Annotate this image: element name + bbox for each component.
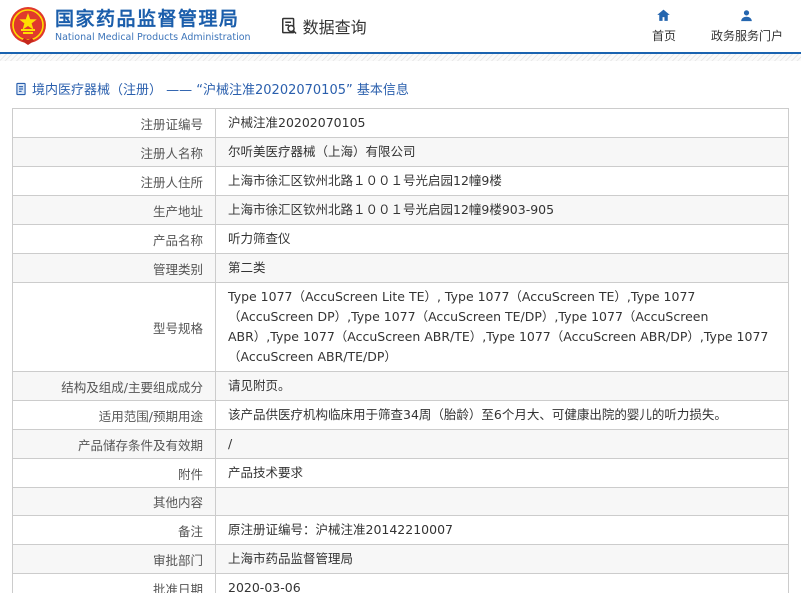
table-row: 适用范围/预期用途 该产品供医疗机构临床用于筛查34周（胎龄）至6个月大、可健康… — [12, 400, 789, 430]
breadcrumb-text: 境内医疗器械（注册） —— “沪械注准20202070105” 基本信息 — [32, 83, 409, 98]
row-value: / — [215, 429, 789, 459]
row-label: 产品储存条件及有效期 — [12, 429, 216, 459]
table-row: 管理类别 第二类 — [12, 253, 789, 283]
row-label-text: 注册人名称 — [140, 145, 203, 161]
document-icon — [14, 82, 28, 96]
table-row: 结构及组成/主要组成成分 请见附页。 — [12, 371, 789, 401]
table-row: 生产地址 上海市徐汇区钦州北路１００１号光启园12幢9楼903-905 — [12, 195, 789, 225]
row-label-text: 型号规格 — [152, 320, 203, 336]
row-label-text: 审批部门 — [152, 552, 203, 568]
row-value: 上海市徐汇区钦州北路１００１号光启园12幢9楼903-905 — [215, 195, 789, 225]
site-title: 国家药品监督管理局 — [55, 8, 240, 31]
row-label: 管理类别 — [12, 253, 216, 283]
row-label-text: 附件 — [177, 466, 203, 482]
row-value: 产品技术要求 — [215, 458, 789, 488]
row-label-text: 产品储存条件及有效期 — [77, 437, 203, 453]
main-content: 境内医疗器械（注册） —— “沪械注准20202070105” 基本信息 注册证… — [0, 61, 801, 593]
row-label: 产品名称 — [12, 224, 216, 254]
user-icon — [739, 8, 754, 23]
row-value — [215, 487, 789, 516]
row-value: 尔听美医疗器械（上海）有限公司 — [215, 137, 789, 167]
table-row: 注册人名称 尔听美医疗器械（上海）有限公司 — [12, 137, 789, 167]
row-label-text: 注册人住所 — [140, 174, 203, 190]
row-label: 注册人住所 — [12, 166, 216, 196]
site-subtitle: National Medical Products Administration — [55, 31, 251, 43]
table-row: 产品名称 听力筛查仪 — [12, 224, 789, 254]
row-label-text: 备注 — [177, 523, 203, 539]
row-value: 原注册证编号：沪械注准20142210007 — [215, 515, 789, 545]
row-value: 2020-03-06 — [215, 573, 789, 593]
row-label: 附件 — [12, 458, 216, 488]
row-label-text: 其他内容 — [152, 495, 203, 510]
row-label-text: 批准日期 — [152, 581, 203, 593]
doc-search-icon — [279, 16, 299, 36]
table-row: 附件 产品技术要求 — [12, 458, 789, 488]
row-value: 上海市徐汇区钦州北路１００１号光启园12幢9楼 — [215, 166, 789, 196]
row-label: 结构及组成/主要组成成分 — [12, 371, 216, 401]
site-header: 国家药品监督管理局 National Medical Products Admi… — [0, 0, 801, 54]
national-emblem-icon — [8, 5, 48, 47]
row-label-text: 管理类别 — [152, 261, 203, 277]
info-table: 注册证编号 沪械注准20202070105 注册人名称 尔听美医疗器械（上海）有… — [12, 108, 789, 593]
info-table-body: 注册证编号 沪械注准20202070105 注册人名称 尔听美医疗器械（上海）有… — [12, 108, 789, 593]
table-row: 批准日期 2020-03-06 — [12, 573, 789, 593]
data-query-nav[interactable]: 数据查询 — [279, 14, 367, 38]
row-label: 注册证编号 — [12, 108, 216, 138]
logo[interactable]: 国家药品监督管理局 National Medical Products Admi… — [8, 5, 251, 47]
row-label: 注册人名称 — [12, 137, 216, 167]
row-value: 上海市药品监督管理局 — [215, 544, 789, 574]
row-label-text: 注册证编号 — [140, 116, 203, 132]
row-label: 生产地址 — [12, 195, 216, 225]
home-icon — [656, 8, 671, 23]
row-label: 适用范围/预期用途 — [12, 400, 216, 430]
row-label: 审批部门 — [12, 544, 216, 574]
table-row: 注册证编号 沪械注准20202070105 — [12, 108, 789, 138]
row-value: 听力筛查仪 — [215, 224, 789, 254]
row-label: 其他内容 — [12, 487, 216, 516]
logo-text: 国家药品监督管理局 National Medical Products Admi… — [55, 8, 251, 43]
row-label-text: 适用范围/预期用途 — [98, 408, 203, 424]
row-value: 第二类 — [215, 253, 789, 283]
table-row: 型号规格 Type 1077（AccuScreen Lite TE）, Type… — [12, 282, 789, 372]
table-row: 其他内容 — [12, 487, 789, 516]
nav-home-label: 首页 — [651, 29, 676, 43]
row-label-text: 产品名称 — [152, 232, 203, 248]
row-value: Type 1077（AccuScreen Lite TE）, Type 1077… — [215, 282, 789, 372]
row-label: 型号规格 — [12, 282, 216, 372]
row-value: 沪械注准20202070105 — [215, 108, 789, 138]
data-query-label: 数据查询 — [302, 18, 367, 37]
header-nav-right: 首页 政务服务门户 — [647, 8, 783, 44]
row-value: 该产品供医疗机构临床用于筛查34周（胎龄）至6个月大、可健康出院的婴儿的听力损失… — [215, 400, 789, 430]
row-value: 请见附页。 — [215, 371, 789, 401]
row-label-text: 结构及组成/主要组成成分 — [61, 379, 203, 395]
table-row: 备注 原注册证编号：沪械注准20142210007 — [12, 515, 789, 545]
row-label: 备注 — [12, 515, 216, 545]
table-row: 产品储存条件及有效期 / — [12, 429, 789, 459]
table-row: 审批部门 上海市药品监督管理局 — [12, 544, 789, 574]
row-label-text: 生产地址 — [152, 203, 203, 219]
row-label: 批准日期 — [12, 573, 216, 593]
nav-gov-portal[interactable]: 政务服务门户 — [711, 8, 783, 44]
divider-strip — [0, 54, 801, 61]
nav-gov-portal-label: 政务服务门户 — [710, 29, 783, 43]
table-row: 注册人住所 上海市徐汇区钦州北路１００１号光启园12幢9楼 — [12, 166, 789, 196]
nav-home[interactable]: 首页 — [647, 8, 681, 44]
breadcrumb: 境内医疗器械（注册） —— “沪械注准20202070105” 基本信息 — [14, 79, 789, 98]
page: 国家药品监督管理局 National Medical Products Admi… — [0, 0, 801, 593]
